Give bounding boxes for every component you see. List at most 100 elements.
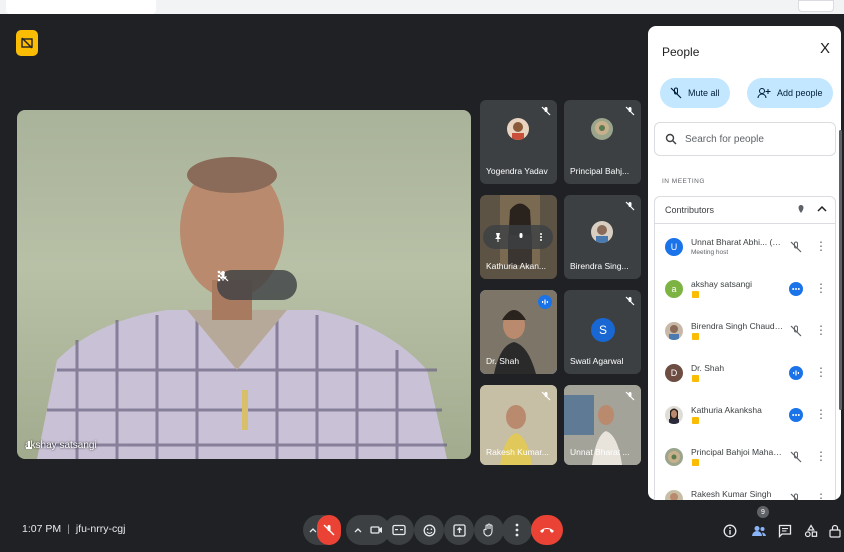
tile-name: Yogendra Yadav: [486, 166, 548, 176]
mic-icon[interactable]: [516, 232, 526, 242]
list-item[interactable]: Rakesh Kumar Singh ⋮: [655, 482, 835, 500]
separator: |: [67, 523, 70, 535]
avatar: [665, 406, 683, 424]
role-badge: [692, 375, 699, 382]
meeting-info-badge[interactable]: [16, 30, 38, 56]
participant-tile[interactable]: Rakesh Kumar...: [480, 385, 557, 465]
tile-name: Unnat Bharat ...: [570, 447, 630, 457]
more-options-icon[interactable]: ⋮: [815, 323, 827, 337]
browser-tab[interactable]: [6, 0, 156, 14]
list-item[interactable]: Kathuria Akanksha ⋮: [655, 398, 835, 434]
mic-off-icon: [323, 524, 335, 536]
more-options-icon[interactable]: ⋮: [815, 239, 827, 253]
chat-icon: [778, 524, 792, 538]
search-placeholder: Search for people: [685, 133, 764, 145]
browser-control[interactable]: [798, 0, 834, 12]
mic-off-icon: [541, 391, 551, 401]
participant-tile[interactable]: Dr. Shah: [480, 290, 557, 374]
add-people-button[interactable]: Add people: [747, 78, 833, 108]
search-input[interactable]: Search for people: [654, 122, 836, 156]
more-options-icon[interactable]: ⋮: [815, 449, 827, 463]
participant-role: Meeting host: [691, 249, 729, 256]
chevron-up-icon[interactable]: [354, 527, 362, 533]
more-options-icon[interactable]: ⋮: [815, 407, 827, 421]
group-label: Contributors: [665, 205, 715, 215]
more-options-icon[interactable]: ⋮: [815, 491, 827, 500]
chevron-up-icon[interactable]: [817, 205, 827, 213]
role-badge: [692, 333, 699, 340]
mic-off-icon: [541, 106, 551, 116]
list-item[interactable]: Principal Bahjoi Mahavi... ⋮: [655, 440, 835, 476]
avatar: [665, 490, 683, 500]
participant-tile[interactable]: S Swati Agarwal: [564, 290, 641, 374]
activities-button[interactable]: [802, 522, 820, 540]
chat-button[interactable]: [776, 522, 794, 540]
chevron-up-icon[interactable]: [309, 527, 317, 533]
avatar: [507, 118, 529, 140]
hand-icon: [483, 523, 493, 537]
avatar: D: [665, 364, 683, 382]
present-screen-icon: [452, 523, 466, 537]
mic-off-icon: [670, 87, 682, 99]
meeting-info-button[interactable]: [721, 522, 739, 540]
people-button[interactable]: [750, 522, 768, 540]
list-item[interactable]: D Dr. Shah ⋮: [655, 356, 835, 392]
list-item[interactable]: U Unnat Bharat Abhi... (You) Meeting hos…: [655, 230, 835, 266]
participant-name: Dr. Shah: [691, 363, 725, 373]
speaking-indicator: [789, 366, 803, 380]
speaking-indicator: [538, 295, 552, 309]
raise-hand-button[interactable]: [474, 515, 504, 545]
camera-icon: [369, 526, 382, 534]
mic-off-icon: [625, 391, 635, 401]
tile-hover-controls: [217, 270, 297, 300]
mute-all-button[interactable]: Mute all: [660, 78, 730, 108]
host-controls-button[interactable]: [826, 522, 844, 540]
avatar: [665, 322, 683, 340]
mic-off-button[interactable]: [317, 515, 341, 545]
participant-name: Birendra Singh Chaudha...: [691, 321, 785, 331]
activities-icon: [804, 524, 818, 538]
mic-off-icon: [625, 201, 635, 211]
tile-name: Dr. Shah: [486, 356, 520, 366]
reactions-button[interactable]: [414, 515, 444, 545]
more-options-icon[interactable]: [539, 232, 543, 242]
more-options-icon[interactable]: ⋮: [815, 281, 827, 295]
participant-tile[interactable]: Yogendra Yadav: [480, 100, 557, 184]
lock-person-icon: [829, 524, 841, 538]
pin-icon[interactable]: [493, 232, 503, 242]
info-icon: [723, 524, 737, 538]
list-item[interactable]: a akshay satsangi ⋮: [655, 272, 835, 308]
close-button[interactable]: X: [817, 40, 833, 57]
contributors-header[interactable]: Contributors: [654, 196, 836, 224]
panel-title: People: [662, 45, 700, 59]
more-options-button[interactable]: [502, 515, 532, 545]
search-icon: [665, 133, 677, 145]
emoji-icon: [423, 524, 435, 536]
location-pin-icon: [798, 205, 804, 213]
captions-icon: [392, 524, 406, 536]
people-panel: People X Mute all Add people Search for …: [648, 26, 841, 500]
end-call-icon: [540, 528, 554, 533]
tile-name: Principal Bahj...: [570, 166, 630, 176]
section-label: IN MEETING: [662, 178, 705, 185]
meeting-details: 1:07 PM | jfu-nrry-cgj: [22, 523, 125, 535]
list-item[interactable]: Birendra Singh Chaudha... ⋮: [655, 314, 835, 350]
main-tile-name: akshay satsangi: [25, 440, 97, 451]
mic-toggle[interactable]: [303, 515, 341, 545]
present-button[interactable]: [444, 515, 474, 545]
more-options-icon[interactable]: ⋮: [815, 365, 827, 379]
browser-top-strip: [0, 0, 844, 14]
panel-scrollbar[interactable]: [839, 130, 842, 410]
tile-hover-controls: [483, 225, 553, 249]
more-options-icon[interactable]: [217, 270, 221, 282]
participant-tile[interactable]: Unnat Bharat ...: [564, 385, 641, 465]
main-video-tile[interactable]: akshay satsangi: [17, 110, 471, 459]
participant-tile[interactable]: Principal Bahj...: [564, 100, 641, 184]
captions-button[interactable]: [384, 515, 414, 545]
participant-tile[interactable]: Birendra Sing...: [564, 195, 641, 279]
tile-name: Rakesh Kumar...: [486, 447, 549, 457]
participant-tile[interactable]: Kathuria Akan...: [480, 195, 557, 279]
avatar: [591, 118, 613, 140]
leave-call-button[interactable]: [531, 515, 563, 545]
avatar: [591, 221, 613, 243]
